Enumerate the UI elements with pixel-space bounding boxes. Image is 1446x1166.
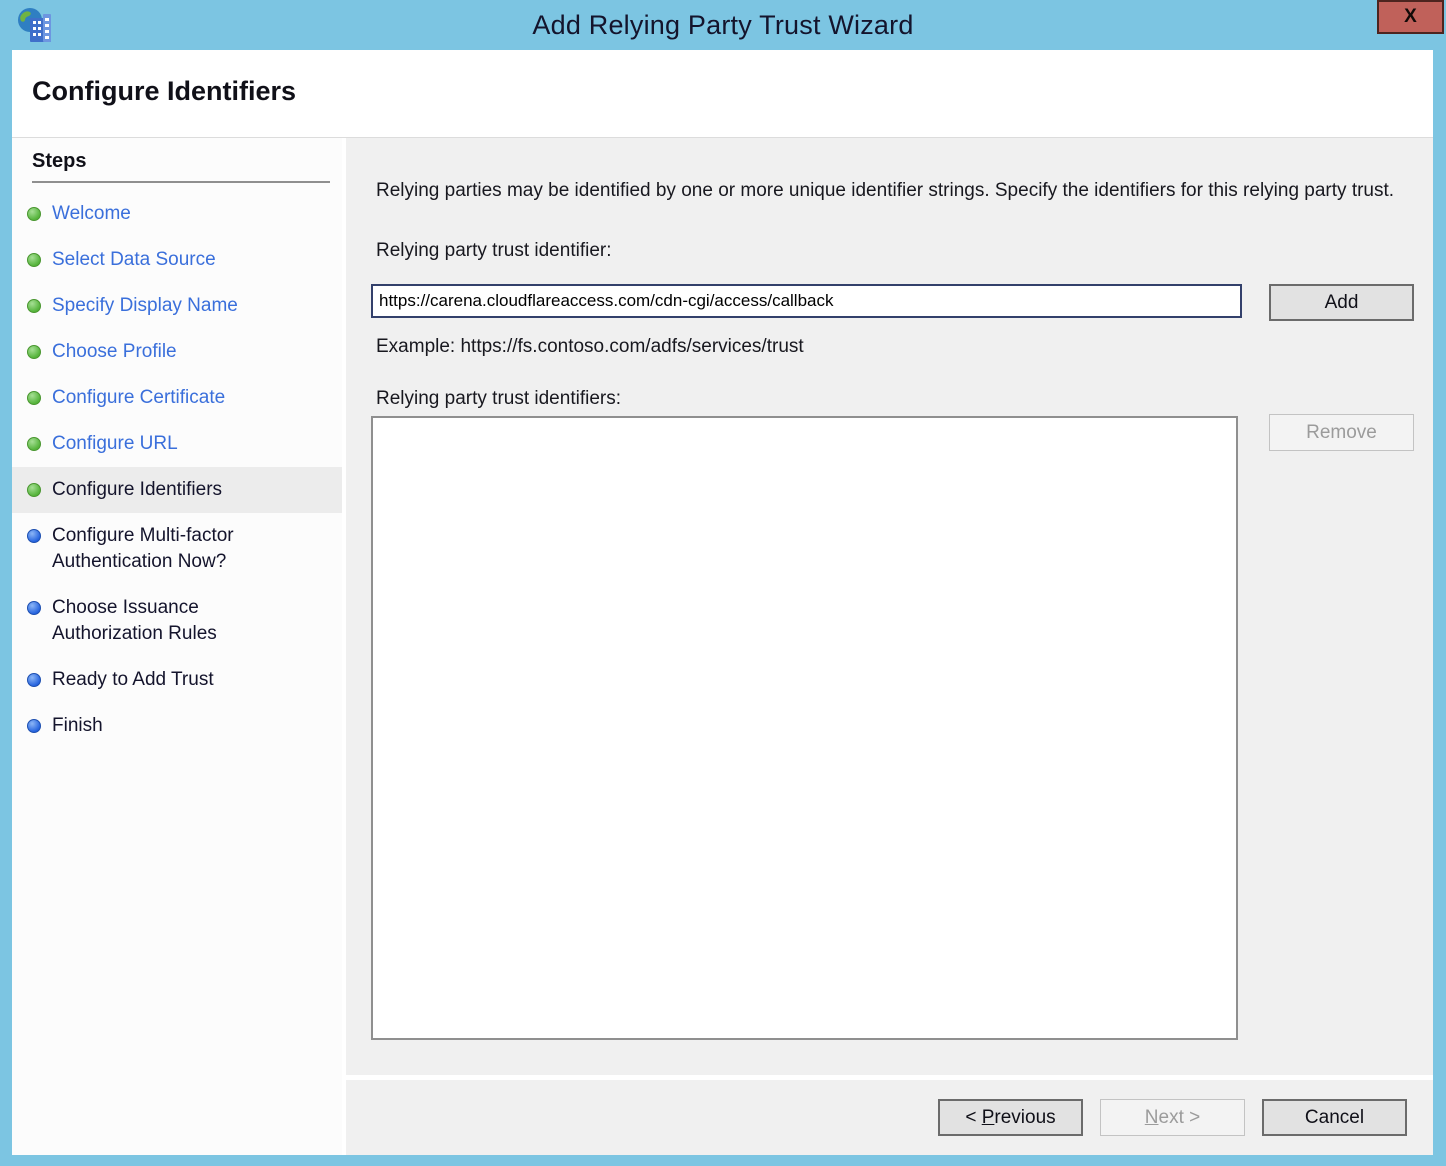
sidebar-item-configure-certificate[interactable]: Configure Certificate	[12, 375, 342, 421]
completed-step-dot-icon	[27, 253, 41, 267]
intro-text: Relying parties may be identified by one…	[376, 177, 1401, 205]
previous-label-rest: revious	[994, 1107, 1055, 1128]
sidebar-item-select-data-source[interactable]: Select Data Source	[12, 237, 342, 283]
sidebar-item-finish: Finish	[12, 703, 342, 749]
sidebar-item-welcome[interactable]: Welcome	[12, 191, 342, 237]
upcoming-step-dot-icon	[27, 529, 41, 543]
completed-step-dot-icon	[27, 345, 41, 359]
step-label-configure-identifiers: Configure Identifiers	[52, 477, 222, 503]
sidebar-item-configure-mfa: Configure Multi-factor Authentication No…	[12, 513, 342, 585]
close-icon: X	[1404, 6, 1417, 28]
wizard-window: Configure Identifiers Steps Welcome Sele…	[12, 50, 1433, 1155]
steps-list: Welcome Select Data Source Specify Displ…	[12, 191, 342, 749]
adfs-app-icon	[16, 6, 56, 46]
wizard-footer: < Previous Next > Cancel	[346, 1080, 1433, 1155]
sidebar-item-ready-to-add-trust: Ready to Add Trust	[12, 657, 342, 703]
add-button[interactable]: Add	[1269, 284, 1414, 321]
cancel-button[interactable]: Cancel	[1262, 1099, 1407, 1136]
upcoming-step-dot-icon	[27, 673, 41, 687]
step-label-configure-mfa: Configure Multi-factor Authentication No…	[52, 523, 287, 575]
sidebar-item-specify-display-name[interactable]: Specify Display Name	[12, 283, 342, 329]
next-label-rest: ext >	[1159, 1107, 1201, 1128]
step-link-choose-profile[interactable]: Choose Profile	[52, 339, 177, 365]
page-title: Configure Identifiers	[32, 76, 1433, 107]
previous-button[interactable]: < Previous	[938, 1099, 1083, 1136]
step-link-configure-certificate[interactable]: Configure Certificate	[52, 385, 225, 411]
completed-step-dot-icon	[27, 391, 41, 405]
step-link-select-data-source[interactable]: Select Data Source	[52, 247, 216, 273]
step-link-configure-url[interactable]: Configure URL	[52, 431, 178, 457]
identifiers-list-label: Relying party trust identifiers:	[376, 388, 621, 410]
completed-step-dot-icon	[27, 483, 41, 497]
next-label-accelerator: N	[1145, 1107, 1159, 1128]
relying-party-identifier-input[interactable]	[371, 284, 1242, 318]
completed-step-dot-icon	[27, 207, 41, 221]
completed-step-dot-icon	[27, 299, 41, 313]
window-title: Add Relying Party Trust Wizard	[0, 0, 1446, 50]
sidebar-item-configure-identifiers-current[interactable]: Configure Identifiers	[12, 467, 342, 513]
page-header: Configure Identifiers	[12, 50, 1433, 136]
example-text: Example: https://fs.contoso.com/adfs/ser…	[376, 336, 804, 358]
wizard-content-panel: Relying parties may be identified by one…	[346, 138, 1433, 1075]
step-label-choose-issuance-rules: Choose Issuance Authorization Rules	[52, 595, 287, 647]
previous-label-prefix: <	[965, 1107, 981, 1128]
remove-button[interactable]: Remove	[1269, 414, 1414, 451]
steps-heading: Steps	[32, 150, 330, 183]
step-link-welcome[interactable]: Welcome	[52, 201, 131, 227]
identifier-field-label: Relying party trust identifier:	[376, 240, 612, 262]
sidebar-item-configure-url[interactable]: Configure URL	[12, 421, 342, 467]
step-link-specify-display-name[interactable]: Specify Display Name	[52, 293, 238, 319]
sidebar-item-choose-profile[interactable]: Choose Profile	[12, 329, 342, 375]
step-label-ready-to-add-trust: Ready to Add Trust	[52, 667, 214, 693]
title-bar: Add Relying Party Trust Wizard X	[0, 0, 1446, 50]
upcoming-step-dot-icon	[27, 601, 41, 615]
sidebar-item-choose-issuance-rules: Choose Issuance Authorization Rules	[12, 585, 342, 657]
step-label-finish: Finish	[52, 713, 103, 739]
steps-sidebar: Steps Welcome Select Data Source Specify…	[12, 138, 342, 1155]
previous-label-accelerator: P	[982, 1107, 995, 1128]
completed-step-dot-icon	[27, 437, 41, 451]
close-button[interactable]: X	[1377, 0, 1444, 34]
upcoming-step-dot-icon	[27, 719, 41, 733]
identifiers-listbox[interactable]	[371, 416, 1238, 1040]
next-button[interactable]: Next >	[1100, 1099, 1245, 1136]
